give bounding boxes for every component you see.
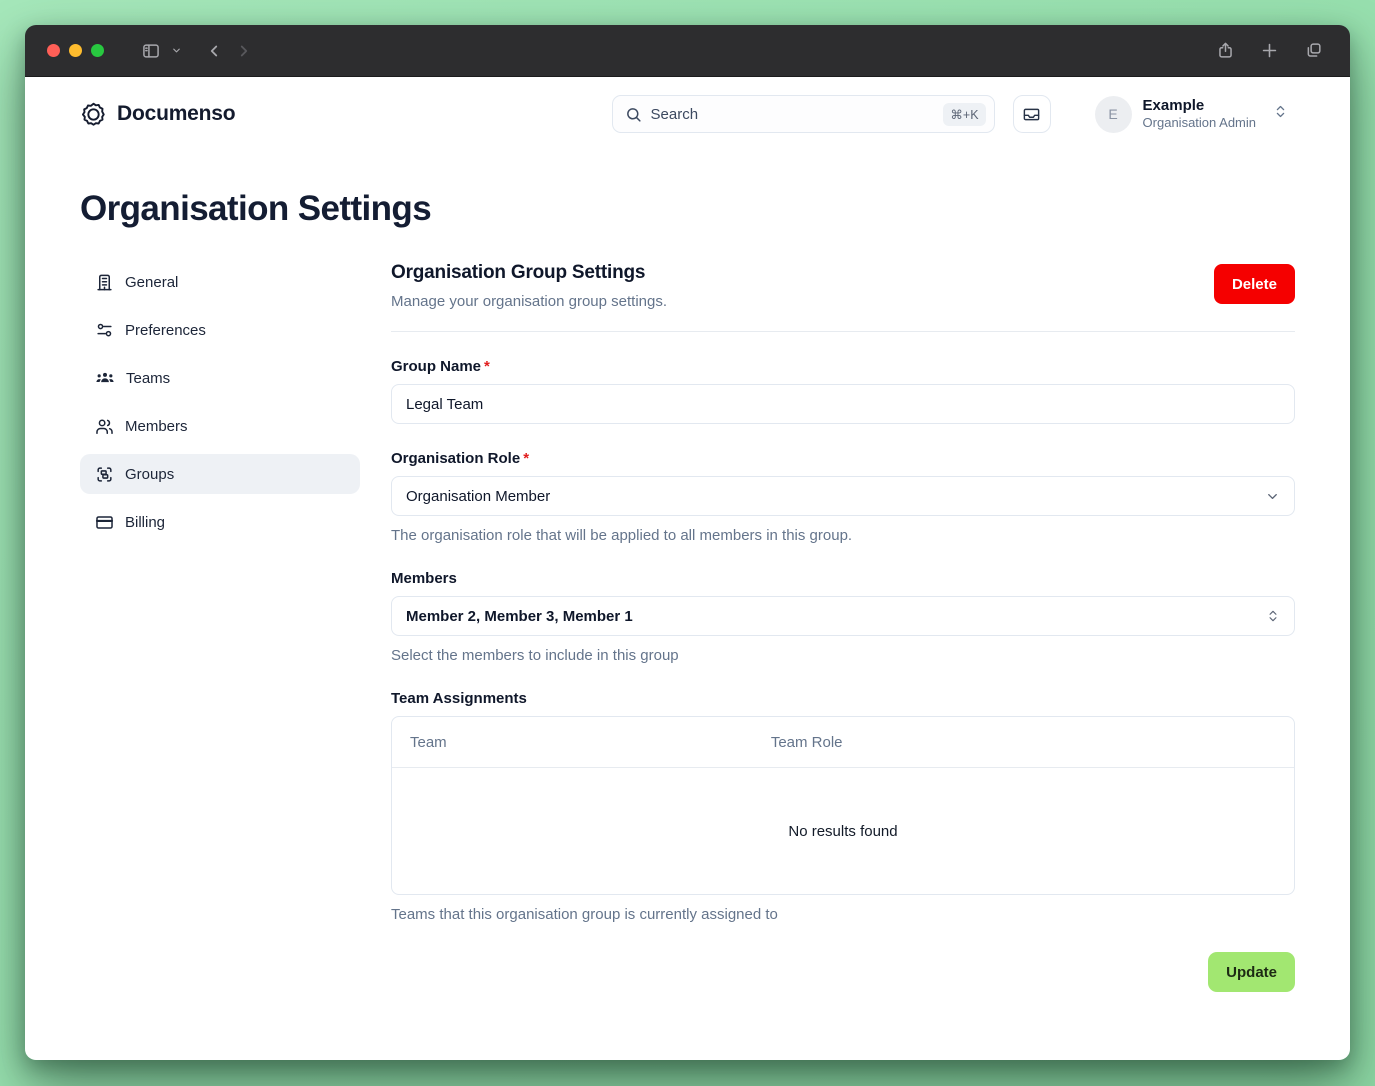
- search-bar[interactable]: ⌘+K: [612, 95, 995, 133]
- back-button-icon[interactable]: [199, 36, 229, 66]
- close-window-button[interactable]: [47, 44, 60, 57]
- organisation-role-field: Organisation Role* Organisation Member T…: [391, 450, 1295, 544]
- sidebar-item-general[interactable]: General: [80, 262, 360, 302]
- members-label: Members: [391, 570, 1295, 587]
- brand-name: Documenso: [117, 102, 235, 126]
- sidebar-item-teams[interactable]: Teams: [80, 358, 360, 398]
- group-name-input[interactable]: [406, 396, 1280, 413]
- forward-button-icon: [229, 36, 259, 66]
- sidebar-item-preferences[interactable]: Preferences: [80, 310, 360, 350]
- sidebar-item-label: Teams: [126, 370, 170, 387]
- sidebar-item-label: Billing: [125, 514, 165, 531]
- members-combobox[interactable]: Member 2, Member 3, Member 1: [391, 596, 1295, 636]
- required-asterisk: *: [484, 358, 490, 375]
- brand[interactable]: Documenso: [80, 101, 235, 128]
- sidebar-item-label: General: [125, 274, 178, 291]
- organisation-role-helper: The organisation role that will be appli…: [391, 527, 1295, 544]
- page-title: Organisation Settings: [25, 147, 1350, 229]
- building-icon: [95, 273, 114, 292]
- inbox-button[interactable]: [1013, 95, 1051, 133]
- avatar: E: [1095, 96, 1132, 133]
- members-field: Members Member 2, Member 3, Member 1 Sel…: [391, 570, 1295, 664]
- app-surface: Documenso ⌘+K E: [25, 77, 1350, 1060]
- organisation-role-select[interactable]: Organisation Member: [391, 476, 1295, 516]
- column-header-team-role: Team Role: [771, 734, 1294, 751]
- search-icon: [625, 106, 642, 123]
- minimize-window-button[interactable]: [69, 44, 82, 57]
- user-name: Example: [1143, 97, 1256, 116]
- chevrons-up-down-icon: [1273, 104, 1288, 124]
- sidebar-menu-chevron-icon[interactable]: [166, 36, 186, 66]
- zoom-window-button[interactable]: [91, 44, 104, 57]
- table-header-row: Team Team Role: [392, 717, 1294, 768]
- browser-window: Documenso ⌘+K E: [25, 25, 1350, 1060]
- group-settings-panel: Organisation Group Settings Manage your …: [391, 262, 1295, 1060]
- team-assignments-table: Team Team Role No results found: [391, 716, 1295, 895]
- traffic-lights: [47, 44, 104, 57]
- section-heading: Organisation Group Settings: [391, 262, 667, 284]
- members-value: Member 2, Member 3, Member 1: [406, 608, 633, 625]
- settings-sidebar: General Preferences: [80, 262, 360, 1060]
- search-shortcut-badge: ⌘+K: [943, 103, 985, 126]
- sidebar-item-label: Preferences: [125, 322, 206, 339]
- team-assignments-helper: Teams that this organisation group is cu…: [391, 906, 1295, 923]
- window-titlebar: [25, 25, 1350, 77]
- users-icon: [95, 417, 114, 436]
- sidebar-item-label: Groups: [125, 466, 174, 483]
- sidebar-item-members[interactable]: Members: [80, 406, 360, 446]
- inbox-icon: [1022, 105, 1041, 124]
- update-button[interactable]: Update: [1208, 952, 1295, 992]
- team-assignments-label: Team Assignments: [391, 690, 1295, 707]
- share-icon[interactable]: [1210, 36, 1240, 66]
- sidebar-item-label: Members: [125, 418, 188, 435]
- section-subheading: Manage your organisation group settings.: [391, 293, 667, 310]
- user-role: Organisation Admin: [1143, 115, 1256, 131]
- team-assignments-field: Team Assignments Team Team Role No resul…: [391, 690, 1295, 923]
- sidebar-item-billing[interactable]: Billing: [80, 502, 360, 542]
- group-name-label: Group Name*: [391, 358, 1295, 375]
- group-name-field: Group Name*: [391, 358, 1295, 424]
- credit-card-icon: [95, 513, 114, 532]
- section-divider: [391, 331, 1295, 332]
- chevron-down-icon: [1265, 489, 1280, 504]
- required-asterisk: *: [523, 450, 529, 467]
- team-icon: [95, 368, 115, 388]
- app-header: Documenso ⌘+K E: [25, 77, 1350, 147]
- tab-overview-icon[interactable]: [1298, 36, 1328, 66]
- organisation-role-value: Organisation Member: [406, 488, 550, 505]
- members-helper: Select the members to include in this gr…: [391, 647, 1295, 664]
- organisation-role-label: Organisation Role*: [391, 450, 1295, 467]
- sidebar-item-groups[interactable]: Groups: [80, 454, 360, 494]
- empty-state-text: No results found: [392, 768, 1294, 894]
- search-input[interactable]: [651, 106, 944, 123]
- column-header-team: Team: [392, 734, 771, 751]
- delete-button[interactable]: Delete: [1214, 264, 1295, 304]
- documenso-logo-icon: [80, 101, 107, 128]
- chevrons-up-down-icon: [1266, 609, 1280, 623]
- user-menu[interactable]: E Example Organisation Admin: [1095, 96, 1288, 133]
- sidebar-toggle-icon[interactable]: [136, 36, 166, 66]
- sliders-icon: [95, 321, 114, 340]
- group-frame-icon: [95, 465, 114, 484]
- new-tab-icon[interactable]: [1254, 36, 1284, 66]
